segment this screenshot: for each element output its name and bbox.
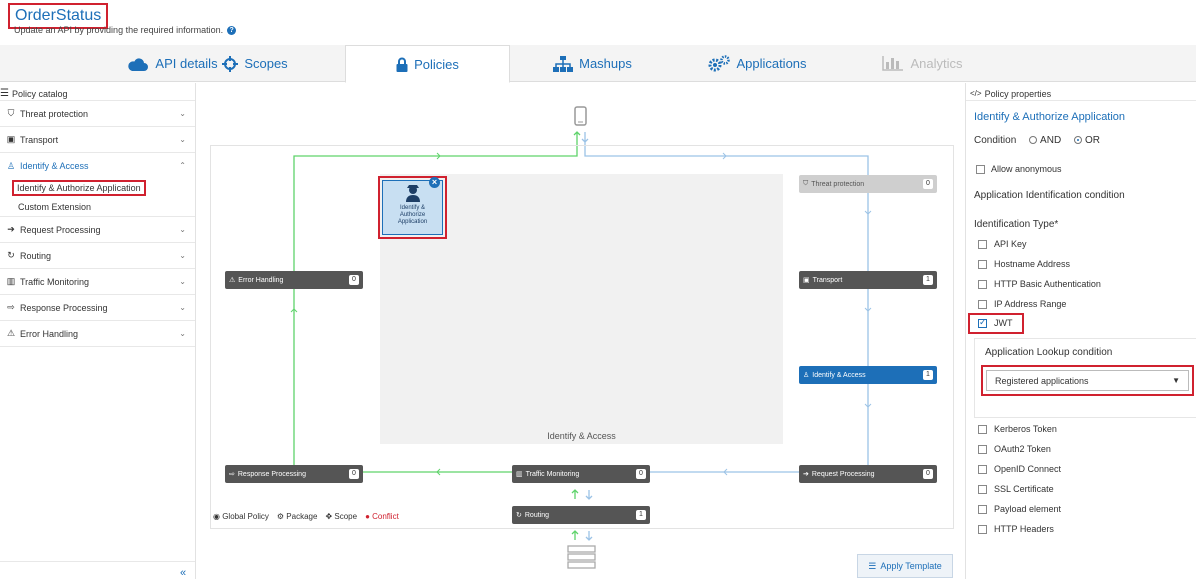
panel-title: Policy properties	[984, 88, 1052, 99]
http-headers-label: HTTP Headers	[994, 524, 1054, 534]
legend-global: ◉ Global Policy	[213, 512, 269, 521]
user-secret-icon	[405, 185, 420, 202]
node-label: Threat protection	[811, 180, 865, 188]
policy-card-label: Identify & Authorize Application	[397, 205, 428, 225]
legend-label: Conflict	[372, 512, 399, 521]
user-lock-icon: ♙	[803, 372, 810, 379]
dropzone-label: Identify & Access	[547, 431, 616, 441]
flow-node-transport[interactable]: ▣ Transport 1	[799, 271, 937, 289]
http-basic-auth-label: HTTP Basic Authentication	[994, 279, 1101, 289]
flow-node-routing[interactable]: ↻ Routing 1	[512, 506, 650, 524]
api-key-label: API Key	[994, 239, 1027, 249]
allow-anonymous-checkbox[interactable]	[976, 165, 985, 174]
hostname-label: Hostname Address	[994, 259, 1071, 269]
openid-label: OpenID Connect	[994, 464, 1062, 474]
legend-label: Package	[286, 512, 318, 521]
list-icon: ☰	[868, 560, 877, 571]
jwt-label: JWT	[994, 318, 1013, 328]
oauth2-checkbox[interactable]	[978, 445, 987, 454]
app-id-condition-heading: Application Identification condition	[974, 190, 1125, 201]
identification-type-label: Identification Type*	[974, 219, 1059, 230]
node-label: Identify & Access	[812, 371, 866, 379]
node-count: 1	[923, 275, 933, 285]
node-label: Request Processing	[811, 470, 875, 478]
flow-node-threat-protection[interactable]: ⛉ Threat protection 0	[799, 175, 937, 193]
sign-out-icon: ⇨	[229, 471, 235, 478]
policy-name: Identify & Authorize Application	[974, 111, 1126, 123]
ip-range-label: IP Address Range	[994, 299, 1067, 309]
node-count: 0	[636, 469, 646, 479]
warning-icon: ⚠	[229, 277, 236, 284]
radio-or[interactable]	[1073, 136, 1082, 145]
radio-and[interactable]	[1029, 136, 1038, 145]
bar-chart-icon: ▥	[516, 471, 523, 478]
apply-template-button[interactable]: ☰ Apply Template	[857, 554, 953, 578]
http-basic-auth-checkbox[interactable]	[978, 280, 987, 289]
openid-checkbox[interactable]	[978, 465, 987, 474]
flow-legend: ◉ Global Policy ⚙ Package ✥ Scope ● Conf…	[213, 512, 399, 521]
node-count: 1	[923, 370, 933, 380]
refresh-icon: ↻	[516, 512, 522, 519]
node-count: 0	[923, 179, 933, 189]
node-count: 0	[349, 275, 359, 285]
lookup-selected-value: Registered applications	[995, 375, 1089, 386]
condition-label: Condition	[974, 135, 1017, 146]
close-icon[interactable]: ×	[429, 177, 440, 188]
flow-node-request-processing[interactable]: ➔ Request Processing 0	[799, 465, 937, 483]
ip-range-checkbox[interactable]	[978, 300, 987, 309]
or-label: OR	[1084, 135, 1100, 146]
policy-card-identify-authorize[interactable]: Identify & Authorize Application	[382, 180, 443, 235]
policy-properties-panel: </> Policy properties Identify & Authori…	[965, 83, 1196, 579]
node-count: 0	[349, 469, 359, 479]
server-icon	[567, 545, 596, 569]
ssl-cert-label: SSL Certificate	[994, 484, 1054, 494]
shield-icon: ⛉	[803, 180, 809, 187]
hostname-checkbox[interactable]	[978, 260, 987, 269]
payload-element-label: Payload element	[994, 504, 1062, 514]
and-label: AND	[1040, 135, 1062, 146]
lookup-select-highlight: Registered applications ▼	[981, 365, 1194, 396]
legend-label: Scope	[334, 512, 358, 521]
http-headers-checkbox[interactable]	[978, 525, 987, 534]
node-label: Traffic Monitoring	[525, 470, 580, 478]
policy-properties-header: </> Policy properties	[966, 83, 1196, 101]
flow-node-error-handling[interactable]: ⚠ Error Handling 0	[225, 271, 363, 289]
flow-node-response-processing[interactable]: ⇨ Response Processing 0	[225, 465, 363, 483]
legend-package: ⚙ Package	[276, 512, 318, 521]
legend-label: Global Policy	[222, 512, 269, 521]
node-label: Error Handling	[238, 276, 284, 284]
button-label: Apply Template	[880, 561, 942, 571]
jwt-checkbox[interactable]	[978, 317, 987, 328]
lookup-select[interactable]: Registered applications ▼	[986, 370, 1189, 391]
flow-node-identify-access[interactable]: ♙ Identify & Access 1	[799, 366, 937, 384]
oauth2-label: OAuth2 Token	[994, 444, 1051, 454]
code-icon: </>	[970, 89, 982, 98]
bus-icon: ▣	[803, 277, 810, 284]
caret-down-icon: ▼	[1172, 376, 1180, 385]
lookup-condition-label: Application Lookup condition	[985, 347, 1113, 358]
kerberos-checkbox[interactable]	[978, 425, 987, 434]
flow-node-traffic-monitoring[interactable]: ▥ Traffic Monitoring 0	[512, 465, 650, 483]
sign-in-icon: ➔	[803, 471, 809, 478]
kerberos-label: Kerberos Token	[994, 424, 1057, 434]
payload-element-checkbox[interactable]	[978, 505, 987, 514]
node-label: Routing	[524, 511, 550, 519]
node-count: 1	[636, 510, 646, 520]
condition-row: Condition AND OR	[974, 135, 1100, 146]
allow-anonymous-label: Allow anonymous	[991, 164, 1062, 174]
node-label: Response Processing	[237, 470, 306, 478]
node-label: Transport	[812, 276, 843, 284]
mobile-device-icon	[574, 106, 587, 126]
node-count: 0	[923, 469, 933, 479]
api-key-checkbox[interactable]	[978, 240, 987, 249]
legend-scope: ✥ Scope	[325, 512, 358, 521]
legend-conflict: ● Conflict	[365, 512, 399, 521]
ssl-cert-checkbox[interactable]	[978, 485, 987, 494]
